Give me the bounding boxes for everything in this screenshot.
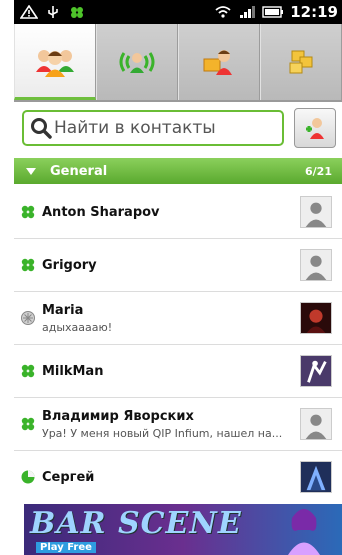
avatar <box>300 408 332 440</box>
group-name: General <box>50 163 108 179</box>
offline-status-icon <box>21 311 35 325</box>
history-icon <box>289 50 313 74</box>
avatar <box>300 196 332 228</box>
search-icon <box>31 118 52 139</box>
online-status-icon <box>21 205 35 219</box>
status-right-icons: 12:19 <box>214 3 338 21</box>
avatar-placeholder-icon <box>301 250 331 280</box>
ad-banner[interactable]: BAR SCENE Play Free <box>24 504 342 555</box>
tab-bar <box>14 24 342 102</box>
usb-icon <box>48 6 58 18</box>
warning-icon <box>20 5 38 19</box>
avatar <box>300 355 332 387</box>
qip-icon <box>71 7 83 18</box>
contact-row[interactable]: Grigory <box>14 239 342 292</box>
battery-icon <box>262 6 284 18</box>
contact-list: Anton Sharapov Grigory Maria адыхааааю! … <box>14 186 342 504</box>
contact-row[interactable]: MilkMan <box>14 345 342 398</box>
banner-character-image <box>288 509 320 555</box>
banner-title: BAR SCENE <box>30 506 242 541</box>
contact-name: Maria <box>42 302 84 318</box>
contact-row[interactable]: Anton Sharapov <box>14 186 342 239</box>
status-left-icons <box>20 5 86 19</box>
contact-status-message: Ура! У меня новый QIP Infium, нашел на..… <box>42 426 283 440</box>
clock: 12:19 <box>290 3 338 21</box>
contact-name: MilkMan <box>42 363 104 379</box>
group-header[interactable]: General 6/21 <box>14 158 342 184</box>
signal-icon <box>240 6 256 18</box>
avatar-image <box>301 356 331 386</box>
avatar <box>300 461 332 493</box>
contact-name: Сергей <box>42 469 95 485</box>
contact-name: Grigory <box>42 257 97 273</box>
tab-history[interactable] <box>260 24 342 100</box>
avatar <box>300 249 332 281</box>
avatar <box>300 302 332 334</box>
avatar-image <box>301 303 331 333</box>
online-status-icon <box>21 258 35 272</box>
wifi-icon <box>215 6 231 18</box>
avatar-placeholder-icon <box>301 197 331 227</box>
search-row <box>14 102 342 154</box>
contact-name: Anton Sharapov <box>42 204 160 220</box>
expand-arrow-icon <box>26 167 36 175</box>
search-box <box>22 110 284 146</box>
contact-row[interactable]: Владимир Яворских Ура! У меня новый QIP … <box>14 398 342 451</box>
contact-row[interactable]: Maria адыхааааю! <box>14 292 342 345</box>
tab-chat[interactable] <box>178 24 260 100</box>
avatar-image <box>301 462 331 492</box>
app-screen: 12:19 Найти в контакты General 6/21 Anto… <box>0 0 342 555</box>
contacts-icon <box>36 49 74 77</box>
away-status-icon <box>21 470 35 484</box>
search-input[interactable] <box>52 117 276 139</box>
group-count: 6/21 <box>305 164 332 178</box>
online-icon <box>119 52 155 73</box>
screen-edge <box>0 0 14 555</box>
status-bar: 12:19 <box>14 0 342 24</box>
add-contact-icon <box>306 118 324 139</box>
tab-online[interactable] <box>96 24 178 100</box>
online-status-icon <box>21 364 35 378</box>
banner-subtitle: Play Free <box>36 542 96 553</box>
contact-name: Владимир Яворских <box>42 408 194 424</box>
add-contact-button[interactable] <box>294 108 336 148</box>
avatar-placeholder-icon <box>301 409 331 439</box>
chat-icon <box>203 50 232 75</box>
contact-status-message: адыхааааю! <box>42 320 113 334</box>
tab-contacts[interactable] <box>14 24 96 100</box>
online-status-icon <box>21 417 35 431</box>
